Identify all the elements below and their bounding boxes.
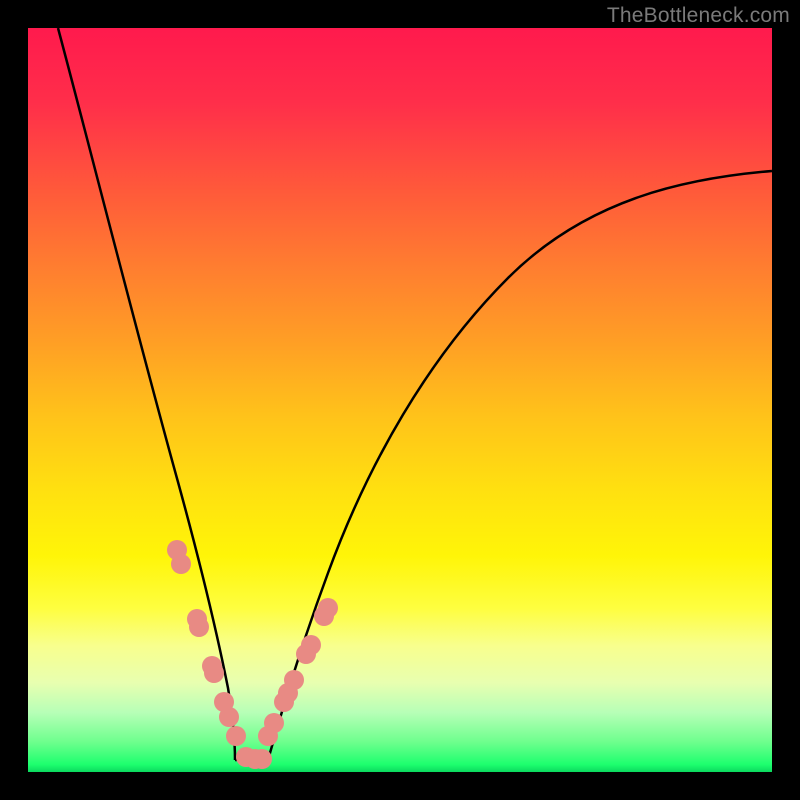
- data-dot: [264, 713, 284, 733]
- plot-area: [28, 28, 772, 772]
- data-dot: [301, 635, 321, 655]
- watermark-text: TheBottleneck.com: [607, 4, 790, 28]
- data-dot: [318, 598, 338, 618]
- data-dot: [226, 726, 246, 746]
- data-dot: [284, 670, 304, 690]
- chart-svg: [28, 28, 772, 772]
- data-dot: [204, 663, 224, 683]
- curve-left: [58, 28, 235, 760]
- data-dot: [171, 554, 191, 574]
- chart-container: TheBottleneck.com: [0, 0, 800, 800]
- data-dot: [252, 749, 272, 769]
- curve-right: [268, 171, 772, 760]
- data-dot: [219, 707, 239, 727]
- data-dot: [189, 617, 209, 637]
